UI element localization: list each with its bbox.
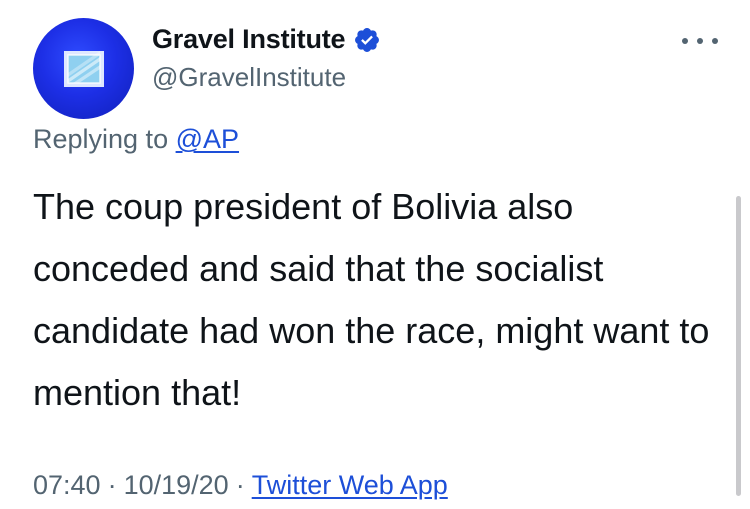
scrollbar[interactable] [736, 196, 741, 496]
author-display-name[interactable]: Gravel Institute [152, 24, 346, 55]
tweet-metadata: 07:40 · 10/19/20 · Twitter Web App [33, 470, 448, 501]
author-name-row: Gravel Institute [152, 24, 381, 55]
avatar[interactable] [33, 18, 134, 119]
replying-to: Replying to @AP [33, 124, 239, 155]
more-options-icon[interactable] [682, 34, 718, 48]
more-dot-icon [697, 38, 703, 44]
meta-separator: · [107, 470, 117, 500]
tweet-text: The coup president of Bolivia also conce… [33, 186, 710, 413]
meta-separator: · [235, 470, 245, 500]
tweet-date[interactable]: 10/19/20 [124, 470, 229, 500]
replying-to-label: Replying to [33, 124, 176, 154]
author-handle[interactable]: @GravelInstitute [152, 62, 346, 93]
verified-badge-icon [353, 26, 381, 54]
tweet-time[interactable]: 07:40 [33, 470, 101, 500]
more-dot-icon [682, 38, 688, 44]
tweet-source-link[interactable]: Twitter Web App [252, 470, 448, 500]
more-dot-icon [712, 38, 718, 44]
reply-target-link[interactable]: @AP [176, 124, 239, 154]
gravel-institute-logo-icon [63, 50, 104, 87]
